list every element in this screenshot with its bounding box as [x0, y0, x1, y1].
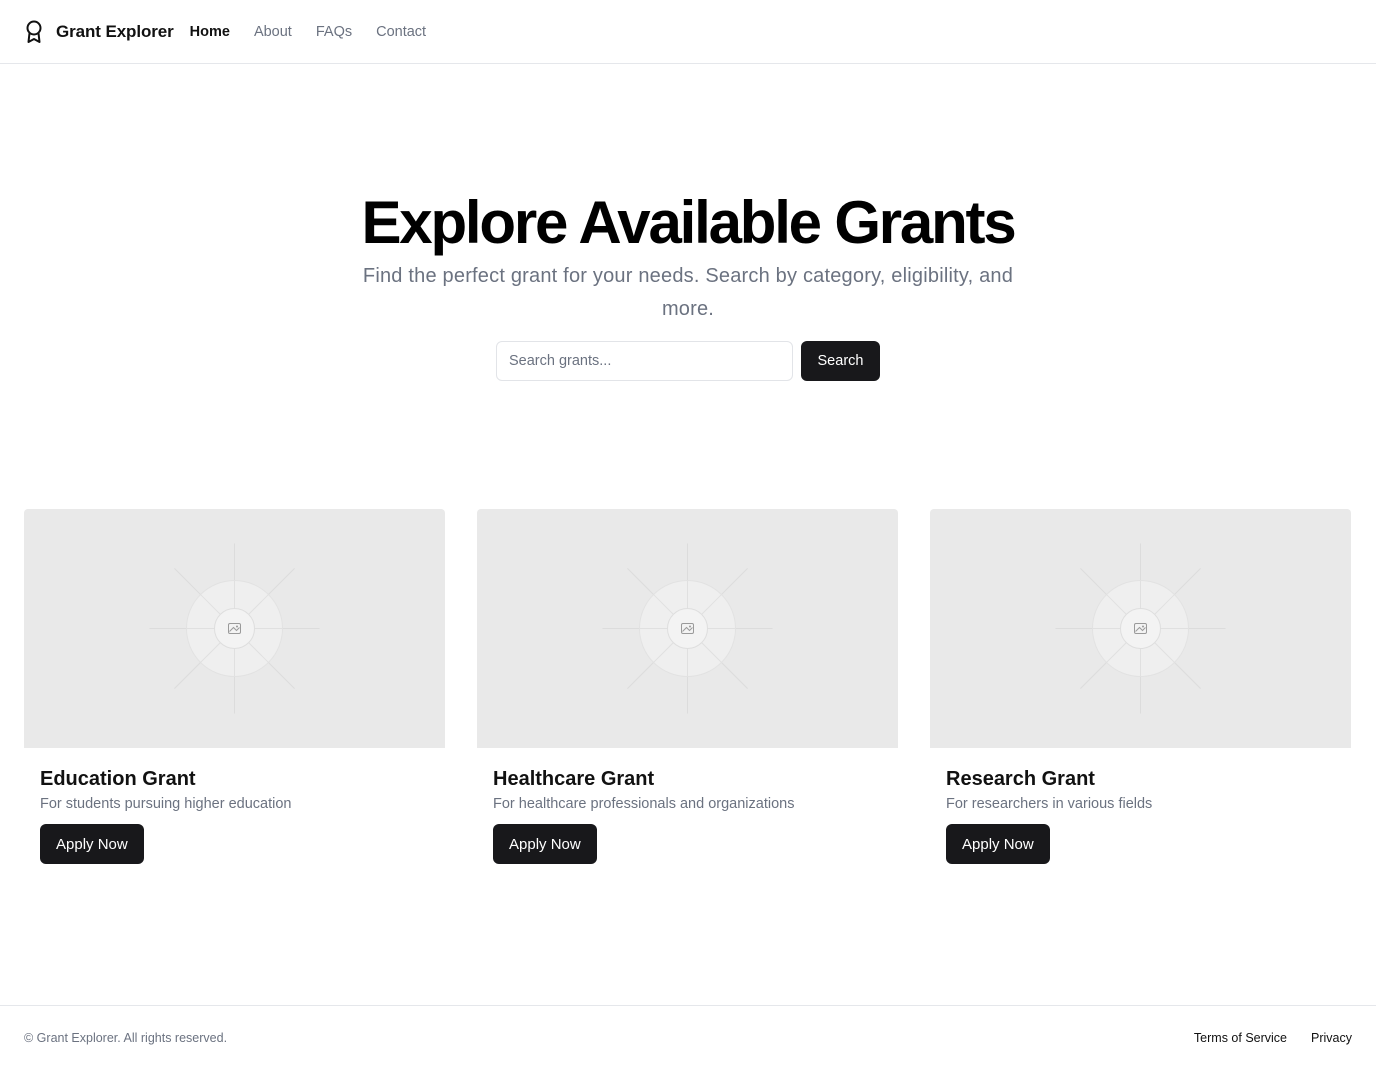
grant-card-research: Research Grant For researchers in variou… [930, 509, 1351, 864]
hero-subtitle: Find the perfect grant for your needs. S… [362, 265, 1014, 320]
site-header: Grant Explorer Home About FAQs Contact [0, 0, 1376, 64]
search-input[interactable] [496, 341, 793, 381]
hero-section: Explore Available Grants Find the perfec… [0, 64, 1376, 444]
award-icon [24, 19, 44, 45]
placeholder-graphic [602, 543, 773, 714]
search-form: Search [496, 341, 880, 381]
nav-faqs[interactable]: FAQs [316, 24, 352, 40]
grant-cards: Education Grant For students pursuing hi… [24, 509, 1352, 864]
hero-title: Explore Available Grants [361, 189, 1016, 256]
placeholder-graphic [1055, 543, 1226, 714]
grant-card-education: Education Grant For students pursuing hi… [24, 509, 445, 864]
image-placeholder-icon [477, 509, 898, 748]
image-placeholder-icon [24, 509, 445, 748]
nav-home[interactable]: Home [190, 24, 230, 40]
apply-now-button[interactable]: Apply Now [493, 824, 597, 864]
card-description: For healthcare professionals and organiz… [493, 796, 795, 812]
search-button[interactable]: Search [801, 341, 880, 381]
brand-link[interactable]: Grant Explorer [24, 19, 174, 45]
footer-links: Terms of Service Privacy [1194, 1031, 1352, 1045]
site-footer: © Grant Explorer. All rights reserved. T… [0, 1005, 1376, 1070]
image-placeholder-icon [930, 509, 1351, 748]
apply-now-button[interactable]: Apply Now [946, 824, 1050, 864]
grant-card-healthcare: Healthcare Grant For healthcare professi… [477, 509, 898, 864]
terms-link[interactable]: Terms of Service [1194, 1031, 1287, 1045]
card-title: Research Grant [946, 768, 1095, 790]
apply-now-button[interactable]: Apply Now [40, 824, 144, 864]
nav-about[interactable]: About [254, 24, 292, 40]
card-description: For students pursuing higher education [40, 796, 292, 812]
privacy-link[interactable]: Privacy [1311, 1031, 1352, 1045]
brand-name: Grant Explorer [56, 21, 174, 41]
card-title: Education Grant [40, 768, 196, 790]
copyright-text: © Grant Explorer. All rights reserved. [24, 1031, 228, 1045]
nav-contact[interactable]: Contact [376, 24, 426, 40]
card-description: For researchers in various fields [946, 796, 1153, 812]
placeholder-graphic [149, 543, 320, 714]
card-title: Healthcare Grant [493, 768, 655, 790]
main-nav: Home About FAQs Contact [190, 24, 426, 40]
